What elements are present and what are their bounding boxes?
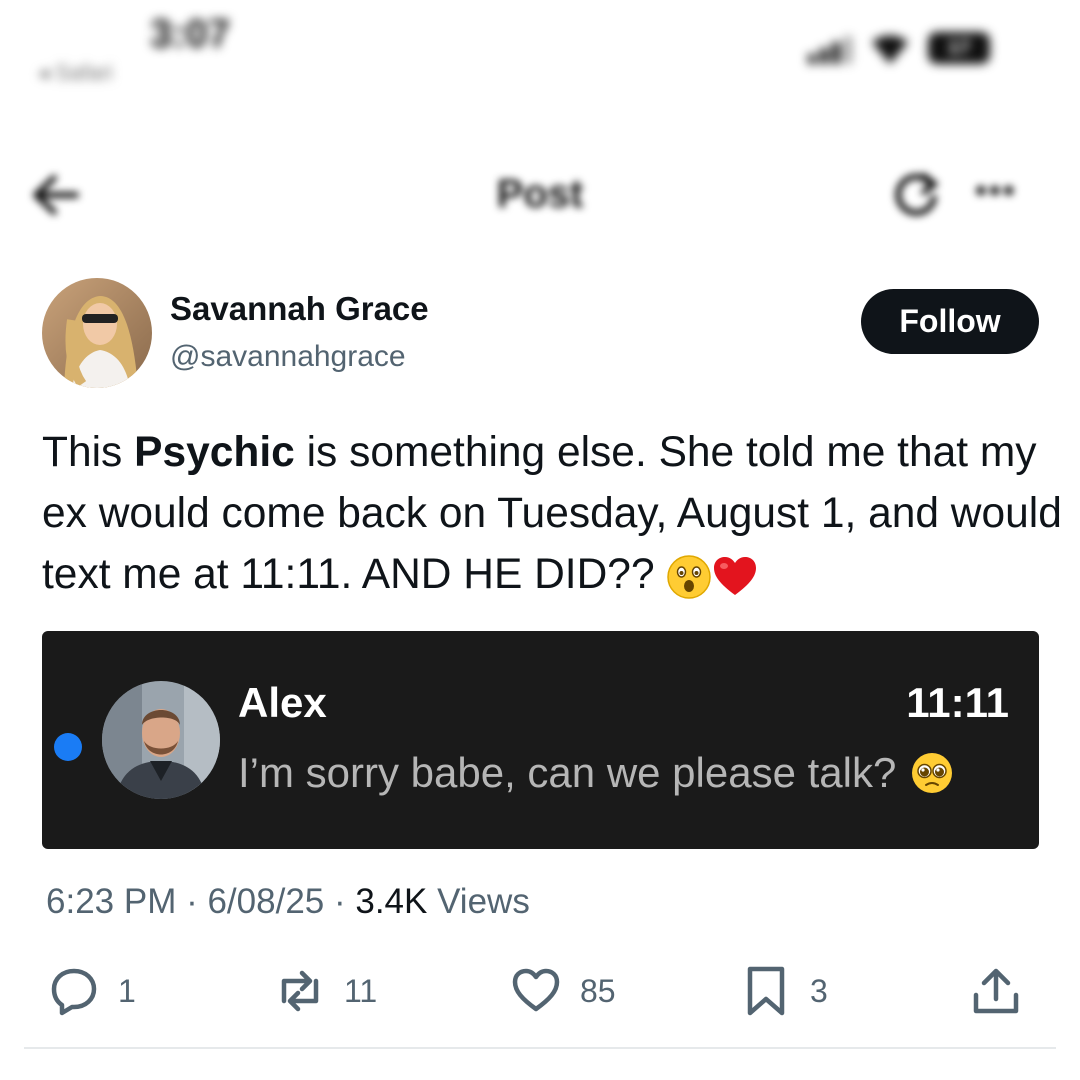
author-handle[interactable]: @savannahgrace [170, 340, 406, 374]
message-time: 11:11 [906, 679, 1009, 726]
pleading-face-icon [912, 753, 953, 793]
reply-button[interactable]: 1 [48, 965, 136, 1017]
avatar-photo [42, 278, 152, 388]
views-count[interactable]: 3.4K [355, 882, 427, 921]
reply-icon [51, 968, 97, 1016]
reply-count: 1 [118, 972, 136, 1009]
post-time: 6:23 PM [46, 882, 177, 921]
author-avatar[interactable] [42, 278, 152, 388]
post-text-part: This [42, 429, 135, 476]
share-button[interactable] [970, 965, 1022, 1017]
author-name[interactable]: Savannah Grace [170, 290, 429, 328]
cellular-signal-icon [808, 32, 852, 64]
embedded-message-screenshot: Alex 11:11 I’m sorry babe, can we please… [42, 631, 1039, 849]
back-to-safari[interactable]: ◂ Safari [38, 60, 113, 86]
unread-indicator [54, 733, 82, 761]
like-button[interactable]: 85 [510, 965, 616, 1017]
heart-icon [512, 968, 560, 1012]
nav-bar: Post ••• [0, 150, 1080, 240]
status-time: 3:07 [150, 12, 231, 56]
follow-button[interactable]: Follow [861, 289, 1039, 354]
sender-name: Alex [238, 679, 327, 726]
red-heart-icon [714, 556, 757, 595]
message-preview: I’m sorry babe, can we please talk? [238, 749, 954, 797]
bookmark-count: 3 [810, 972, 828, 1009]
repost-count: 11 [344, 972, 378, 1009]
like-count: 85 [580, 972, 616, 1009]
status-icons: 17 [808, 30, 990, 66]
meta-separator: · [324, 882, 356, 921]
wifi-icon [872, 35, 908, 64]
status-bar: 3:07 ◂ Safari 17 [0, 0, 1080, 110]
message-preview-text: I’m sorry babe, can we please talk? [238, 749, 897, 796]
sender-avatar [102, 681, 220, 799]
bookmark-button[interactable]: 3 [740, 965, 828, 1017]
post-text-bold: Psychic [134, 429, 295, 476]
bookmark-icon [747, 966, 785, 1016]
action-bar: 1 11 85 3 [0, 965, 1080, 1025]
refresh-icon[interactable] [888, 168, 944, 224]
share-icon [973, 968, 1019, 1014]
post-text: This Psychic is something else. She told… [42, 422, 1062, 605]
post-date: 6/08/25 [207, 882, 325, 921]
more-options-icon[interactable]: ••• [975, 172, 1017, 211]
astonished-face-icon [667, 555, 712, 599]
sender-photo [102, 681, 220, 799]
battery-icon: 17 [928, 32, 990, 64]
bottom-divider [24, 1047, 1056, 1049]
repost-button[interactable]: 11 [274, 965, 377, 1017]
repost-icon [281, 970, 319, 1012]
views-label[interactable]: Views [427, 882, 530, 921]
post-meta: 6:23 PM · 6/08/25 · 3.4K Views [46, 882, 530, 922]
meta-separator: · [176, 882, 208, 921]
